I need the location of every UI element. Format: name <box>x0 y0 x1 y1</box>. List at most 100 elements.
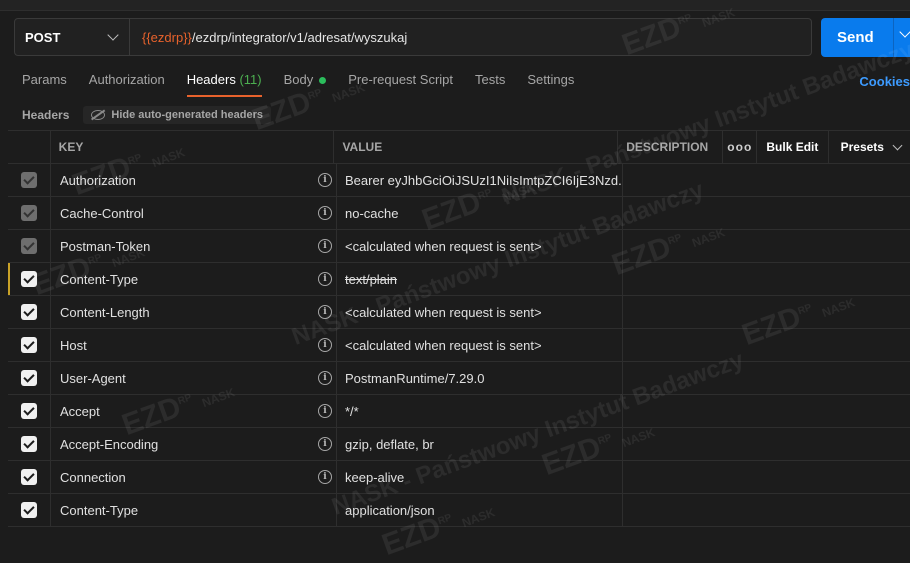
row-description-cell[interactable] <box>623 395 910 427</box>
row-key: Accept-Encoding <box>60 436 159 452</box>
table-row: Host i <calculated when request is sent> <box>8 329 910 362</box>
row-key-cell[interactable]: Accept-Encoding i <box>51 428 337 460</box>
row-value-cell[interactable]: application/json <box>337 494 623 526</box>
tab-label: Body <box>283 72 314 87</box>
row-value-cell[interactable]: <calculated when request is sent> <box>337 329 623 361</box>
info-icon[interactable]: i <box>318 239 332 253</box>
row-value-cell[interactable]: gzip, deflate, br <box>337 428 623 460</box>
row-value-cell[interactable]: Bearer eyJhbGciOiJSUzI1NiIsImtpZCI6IjE3N… <box>337 164 623 196</box>
info-icon[interactable]: i <box>318 371 332 385</box>
row-description-cell[interactable] <box>623 197 910 229</box>
row-value-cell[interactable]: PostmanRuntime/7.29.0 <box>337 362 623 394</box>
tab-pre-request-script[interactable]: Pre-request Script <box>348 72 453 96</box>
bulk-edit-button[interactable]: Bulk Edit <box>757 131 829 163</box>
hide-auto-generated-button[interactable]: Hide auto-generated headers <box>83 106 271 124</box>
info-icon[interactable]: i <box>318 437 332 451</box>
row-checkbox[interactable] <box>21 238 37 254</box>
column-value: VALUE <box>334 131 619 163</box>
row-description-cell[interactable] <box>623 230 910 262</box>
headers-table: KEY VALUE DESCRIPTION ooo Bulk Edit Pres… <box>8 130 910 527</box>
tab-label: Authorization <box>88 72 165 87</box>
table-header-row: KEY VALUE DESCRIPTION ooo Bulk Edit Pres… <box>8 131 910 164</box>
row-key-cell[interactable]: Connection i <box>51 461 337 493</box>
row-key-cell[interactable]: Content-Length i <box>51 296 337 328</box>
info-icon[interactable]: i <box>318 206 332 220</box>
row-value: gzip, deflate, br <box>345 436 434 452</box>
row-key-cell[interactable]: Host i <box>51 329 337 361</box>
row-description-cell[interactable] <box>623 164 910 196</box>
row-key: Authorization <box>60 172 136 188</box>
info-icon[interactable]: i <box>318 338 332 352</box>
row-checkbox[interactable] <box>21 205 37 221</box>
send-button[interactable]: Send <box>821 18 910 57</box>
row-checkbox-cell <box>8 428 51 460</box>
row-description-cell[interactable] <box>623 494 910 526</box>
row-value-cell[interactable]: <calculated when request is sent> <box>337 296 623 328</box>
info-icon[interactable]: i <box>318 305 332 319</box>
row-description-cell[interactable] <box>623 329 910 361</box>
headers-section-title: Headers <box>22 108 70 122</box>
row-checkbox[interactable] <box>21 172 37 188</box>
body-indicator-dot-icon <box>319 77 327 85</box>
url-input[interactable]: {{ezdrp}}/ezdrp/integrator/v1/adresat/wy… <box>130 30 407 45</box>
send-chevron-down-icon[interactable] <box>899 26 910 38</box>
row-description-cell[interactable] <box>623 461 910 493</box>
table-row: Content-Length i <calculated when request … <box>8 296 910 329</box>
row-key-cell[interactable]: Content-Type <box>51 494 337 526</box>
row-description-cell[interactable] <box>623 296 910 328</box>
row-key-cell[interactable]: Content-Type i <box>51 263 337 295</box>
row-description-cell[interactable] <box>623 263 910 295</box>
table-row: Cache-Control i no-cache <box>8 197 910 230</box>
tab-authorization[interactable]: Authorization <box>89 72 165 96</box>
row-value-cell[interactable]: */* <box>337 395 623 427</box>
column-key: KEY <box>51 131 335 163</box>
info-icon[interactable]: i <box>318 272 332 286</box>
method-label: POST <box>25 29 61 45</box>
row-key-cell[interactable]: User-Agent i <box>51 362 337 394</box>
row-key-cell[interactable]: Postman-Token i <box>51 230 337 262</box>
url-variable: {{ezdrp}} <box>142 29 192 45</box>
row-checkbox-cell <box>8 494 51 526</box>
chevron-down-icon <box>892 140 903 150</box>
row-value: no-cache <box>345 205 399 221</box>
tab-body[interactable]: Body <box>284 72 327 96</box>
row-checkbox[interactable] <box>21 337 37 353</box>
row-value-cell[interactable]: text/plain <box>337 263 623 295</box>
table-row: Content-Type application/json <box>8 494 910 527</box>
cookies-link[interactable]: Cookies <box>859 74 910 89</box>
row-value-cell[interactable]: <calculated when request is sent> <box>337 230 623 262</box>
row-checkbox[interactable] <box>21 436 37 452</box>
row-key-cell[interactable]: Accept i <box>51 395 337 427</box>
method-select[interactable]: POST <box>15 19 130 55</box>
tab-headers[interactable]: Headers (11) <box>186 72 262 97</box>
row-key-cell[interactable]: Cache-Control i <box>51 197 337 229</box>
row-key-cell[interactable]: Authorization i <box>51 164 337 196</box>
tab-settings[interactable]: Settings <box>527 72 574 96</box>
tab-label: Headers <box>186 72 236 87</box>
chevron-down-icon <box>107 29 119 41</box>
row-description-cell[interactable] <box>623 428 910 460</box>
send-divider <box>893 18 894 57</box>
headers-count-badge: (11) <box>239 72 262 87</box>
row-checkbox[interactable] <box>21 370 37 386</box>
more-options-icon[interactable]: ooo <box>723 131 758 163</box>
row-value: text/plain <box>345 271 398 287</box>
row-checkbox[interactable] <box>21 502 37 518</box>
row-value: PostmanRuntime/7.29.0 <box>345 370 485 386</box>
tab-tests[interactable]: Tests <box>475 72 505 96</box>
table-row: Content-Type i text/plain <box>8 263 910 296</box>
row-checkbox[interactable] <box>21 271 37 287</box>
row-description-cell[interactable] <box>623 362 910 394</box>
row-value-cell[interactable]: keep-alive <box>337 461 623 493</box>
info-icon[interactable]: i <box>318 470 332 484</box>
tab-params[interactable]: Params <box>22 72 67 96</box>
row-checkbox[interactable] <box>21 403 37 419</box>
row-value-cell[interactable]: no-cache <box>337 197 623 229</box>
row-checkbox[interactable] <box>21 469 37 485</box>
presets-dropdown[interactable]: Presets <box>829 131 910 163</box>
info-icon[interactable]: i <box>318 404 332 418</box>
info-icon[interactable]: i <box>318 173 332 187</box>
row-checkbox[interactable] <box>21 304 37 320</box>
table-row: User-Agent i PostmanRuntime/7.29.0 <box>8 362 910 395</box>
send-label: Send <box>837 29 874 46</box>
